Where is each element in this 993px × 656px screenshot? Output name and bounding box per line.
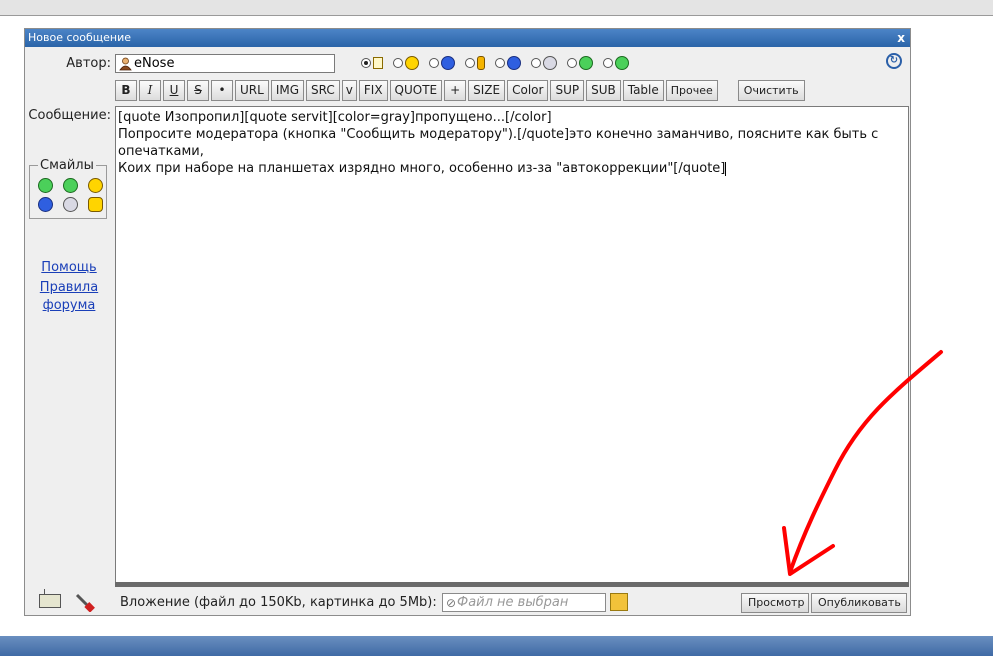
underline-button[interactable]: U: [163, 79, 185, 101]
mood-option-glasses[interactable]: [567, 56, 593, 70]
clear-button[interactable]: Очистить: [737, 79, 805, 101]
publish-button[interactable]: Опубликовать: [811, 593, 907, 613]
mood-option-candle[interactable]: [465, 56, 485, 70]
dialog-title-bar: Новое сообщение x: [25, 29, 910, 47]
fix-button[interactable]: FIX: [358, 79, 388, 101]
mood-option-sad[interactable]: [495, 56, 521, 70]
sad-icon: [507, 56, 521, 70]
mood-option-note[interactable]: [361, 57, 383, 69]
gray-face-icon: [543, 56, 557, 70]
folder-icon[interactable]: [610, 593, 628, 611]
glasses-icon[interactable]: [63, 178, 78, 193]
preview-button[interactable]: Просмотр: [741, 593, 809, 613]
grin-icon[interactable]: [38, 178, 53, 193]
message-line-text: Коих при наборе на планшетах изрядно мно…: [118, 161, 726, 176]
blue-face-icon[interactable]: [38, 197, 53, 212]
src-dropdown-button[interactable]: v: [341, 79, 357, 101]
bullet-button[interactable]: •: [211, 79, 233, 101]
refresh-icon[interactable]: ↻: [886, 53, 902, 69]
message-line: опечатками,: [118, 144, 204, 159]
smiles-legend: Смайлы: [38, 158, 96, 173]
message-line: [quote Изопропил][quote servit][color=gr…: [118, 110, 552, 125]
rules-link-second-line[interactable]: форума: [29, 297, 109, 315]
help-link[interactable]: Помощь: [29, 259, 109, 277]
sub-button[interactable]: SUB: [586, 79, 621, 101]
italic-button[interactable]: I: [139, 79, 161, 101]
mood-option-question[interactable]: [429, 56, 455, 70]
author-label: Автор:: [66, 56, 111, 71]
mood-radio[interactable]: [393, 58, 403, 68]
plus-button[interactable]: +: [444, 79, 467, 101]
mood-radio[interactable]: [567, 58, 577, 68]
attachment-label: Вложение (файл до 150Kb, картинка до 5Mb…: [120, 595, 437, 610]
paperclip-icon: ⊘: [446, 596, 457, 610]
question-icon: [441, 56, 455, 70]
gray-face-icon[interactable]: [63, 197, 78, 212]
quote-button[interactable]: QUOTE: [389, 79, 443, 101]
mood-radio[interactable]: [531, 58, 541, 68]
keyboard-icon[interactable]: [39, 589, 61, 608]
mood-selector: [361, 53, 639, 73]
mood-option-smile[interactable]: [393, 56, 419, 70]
rules-link[interactable]: Правила: [29, 279, 109, 297]
author-field[interactable]: eNose: [115, 54, 335, 73]
cat-icon[interactable]: [88, 197, 103, 212]
message-textarea[interactable]: [quote Изопропил][quote servit][color=gr…: [115, 106, 909, 583]
help-links: Помощь Правила форума: [29, 259, 109, 315]
note-icon: [373, 57, 383, 69]
smiles-grid: [38, 178, 106, 212]
mood-radio[interactable]: [429, 58, 439, 68]
dialog-title: Новое сообщение: [28, 31, 132, 44]
color-button[interactable]: Color: [507, 79, 549, 101]
strike-button[interactable]: S: [187, 79, 209, 101]
src-button[interactable]: SRC: [306, 79, 340, 101]
img-button[interactable]: IMG: [270, 79, 305, 101]
other-button[interactable]: Прочее: [665, 79, 718, 101]
format-toolbar: B I U S • URL IMG SRC v FIX QUOTE + SIZE…: [115, 79, 807, 101]
url-button[interactable]: URL: [235, 79, 269, 101]
user-icon: [119, 57, 132, 71]
mood-option-grin[interactable]: [603, 56, 629, 70]
sup-button[interactable]: SUP: [550, 79, 585, 101]
glasses-icon: [579, 56, 593, 70]
mood-radio[interactable]: [603, 58, 613, 68]
bottom-bar: [0, 636, 993, 656]
close-button[interactable]: x: [897, 29, 905, 47]
candle-icon: [477, 56, 485, 70]
mood-option-gray[interactable]: [531, 56, 557, 70]
message-line: Попросите модератора (кнопка "Сообщить м…: [118, 127, 879, 142]
table-button[interactable]: Table: [622, 79, 664, 101]
sunglasses-icon[interactable]: [88, 178, 103, 193]
mood-radio[interactable]: [495, 58, 505, 68]
grin-icon: [615, 56, 629, 70]
message-line-last: Коих при наборе на планшетах изрядно мно…: [118, 160, 906, 177]
editor-resize-handle[interactable]: [115, 582, 909, 587]
author-value: eNose: [134, 56, 175, 71]
file-placeholder: Файл не выбран: [457, 595, 569, 610]
text-cursor: [725, 161, 727, 176]
file-input[interactable]: ⊘ Файл не выбран: [442, 593, 606, 612]
top-bar: [0, 0, 993, 16]
bold-button[interactable]: B: [115, 79, 137, 101]
size-button[interactable]: SIZE: [468, 79, 506, 101]
mood-radio[interactable]: [361, 58, 371, 68]
wrench-icon[interactable]: [73, 592, 95, 612]
mood-radio[interactable]: [465, 58, 475, 68]
smile-icon: [405, 56, 419, 70]
new-message-dialog: Новое сообщение x Автор: eNose ↻ B I U S…: [24, 28, 911, 616]
smiles-panel: Смайлы: [29, 158, 107, 219]
message-label: Сообщение:: [28, 108, 111, 123]
